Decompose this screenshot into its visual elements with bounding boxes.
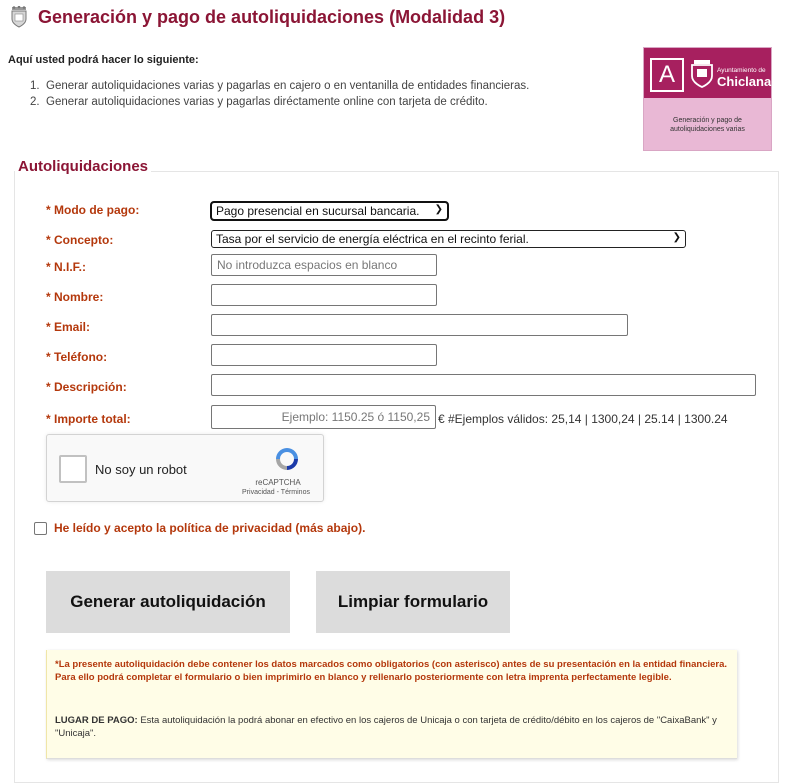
intro-list: 1. Generar autoliquidaciones varias y pag… [30,80,529,112]
nif-input[interactable] [211,254,437,276]
logo-letter: A [650,58,684,92]
notice-place-label: LUGAR DE PAGO: [55,715,138,726]
notice-place-text: Esta autoliquidación la podrá abonar en … [55,715,717,739]
payment-mode-value: Pago presencial en sucursal bancaria. [216,204,420,218]
phone-input[interactable] [211,344,437,366]
intro-heading: Aquí usted podrá hacer lo siguiente: [8,54,199,66]
list-item: 1. Generar autoliquidaciones varias y pag… [30,80,529,92]
notice-box: *La presente autoliquidación debe conten… [46,650,737,759]
amount-examples-note: € #Ejemplos válidos: 25,14 | 1300,24 | 2… [438,412,728,426]
logo-city-name: Chiclana [717,74,772,89]
logo-small-text: Ayuntamiento de [717,67,766,74]
generate-button[interactable]: Generar autoliquidación [46,571,290,633]
recaptcha-logo-icon [276,448,298,470]
logo-caption-line: autoliquidaciones varias [670,126,745,133]
privacy-checkbox[interactable] [34,521,47,535]
amount-label: * Importe total: [46,412,131,426]
concept-value: Tasa por el servicio de energía eléctric… [216,232,529,246]
clear-form-button[interactable]: Limpiar formulario [316,571,510,633]
page-title: Generación y pago de autoliquidaciones (… [38,6,506,27]
recaptcha-links[interactable]: Privacidad - Términos [231,489,321,496]
privacy-label: He leído y acepto la política de privaci… [54,521,366,535]
crest-icon [11,6,27,28]
form-legend: Autoliquidaciones [15,158,152,175]
logo-banner: A Ayuntamiento de Chiclana [644,48,771,98]
email-input[interactable] [211,314,628,336]
notice-warning: *La presente autoliquidación debe conten… [55,659,728,683]
notice-payment-place: LUGAR DE PAGO: Esta autoliquidación la p… [55,714,729,740]
list-text: Generar autoliquidaciones varias y pagar… [46,96,488,108]
name-input[interactable] [211,284,437,306]
phone-label: * Teléfono: [46,350,108,364]
name-label: * Nombre: [46,290,104,304]
privacy-row: He leído y acepto la política de privaci… [34,521,365,535]
chevron-down-icon: ❯ [672,232,681,243]
logo-caption: Generación y pago de autoliquidaciones v… [644,116,771,134]
concept-select[interactable]: Tasa por el servicio de energía eléctric… [211,230,686,248]
city-logo: A Ayuntamiento de Chiclana Generación y … [643,47,772,151]
recaptcha-brand: reCAPTCHA [255,478,301,487]
payment-mode-label: * Modo de pago: [46,203,140,217]
recaptcha-checkbox[interactable] [59,455,87,483]
nif-label: * N.I.F.: [46,260,87,274]
page-header: Generación y pago de autoliquidaciones (… [8,6,505,28]
payment-mode-select[interactable]: Pago presencial en sucursal bancaria. ❯ [210,201,449,221]
recaptcha-widget: No soy un robot reCAPTCHA Privacidad - T… [46,434,324,502]
list-number: 2. [30,96,40,108]
city-seal-icon [691,60,713,88]
description-input[interactable] [211,374,756,396]
list-item: 2. Generar autoliquidaciones varias y pag… [30,96,529,108]
description-label: * Descripción: [46,380,127,394]
concept-label: * Concepto: [46,233,114,247]
logo-caption-line: Generación y pago de [673,117,742,124]
email-label: * Email: [46,320,91,334]
list-text: Generar autoliquidaciones varias y pagar… [46,80,530,92]
amount-input[interactable] [211,405,436,429]
recaptcha-text: No soy un robot [95,462,187,477]
list-number: 1. [30,80,40,92]
chevron-down-icon: ❯ [434,204,443,215]
